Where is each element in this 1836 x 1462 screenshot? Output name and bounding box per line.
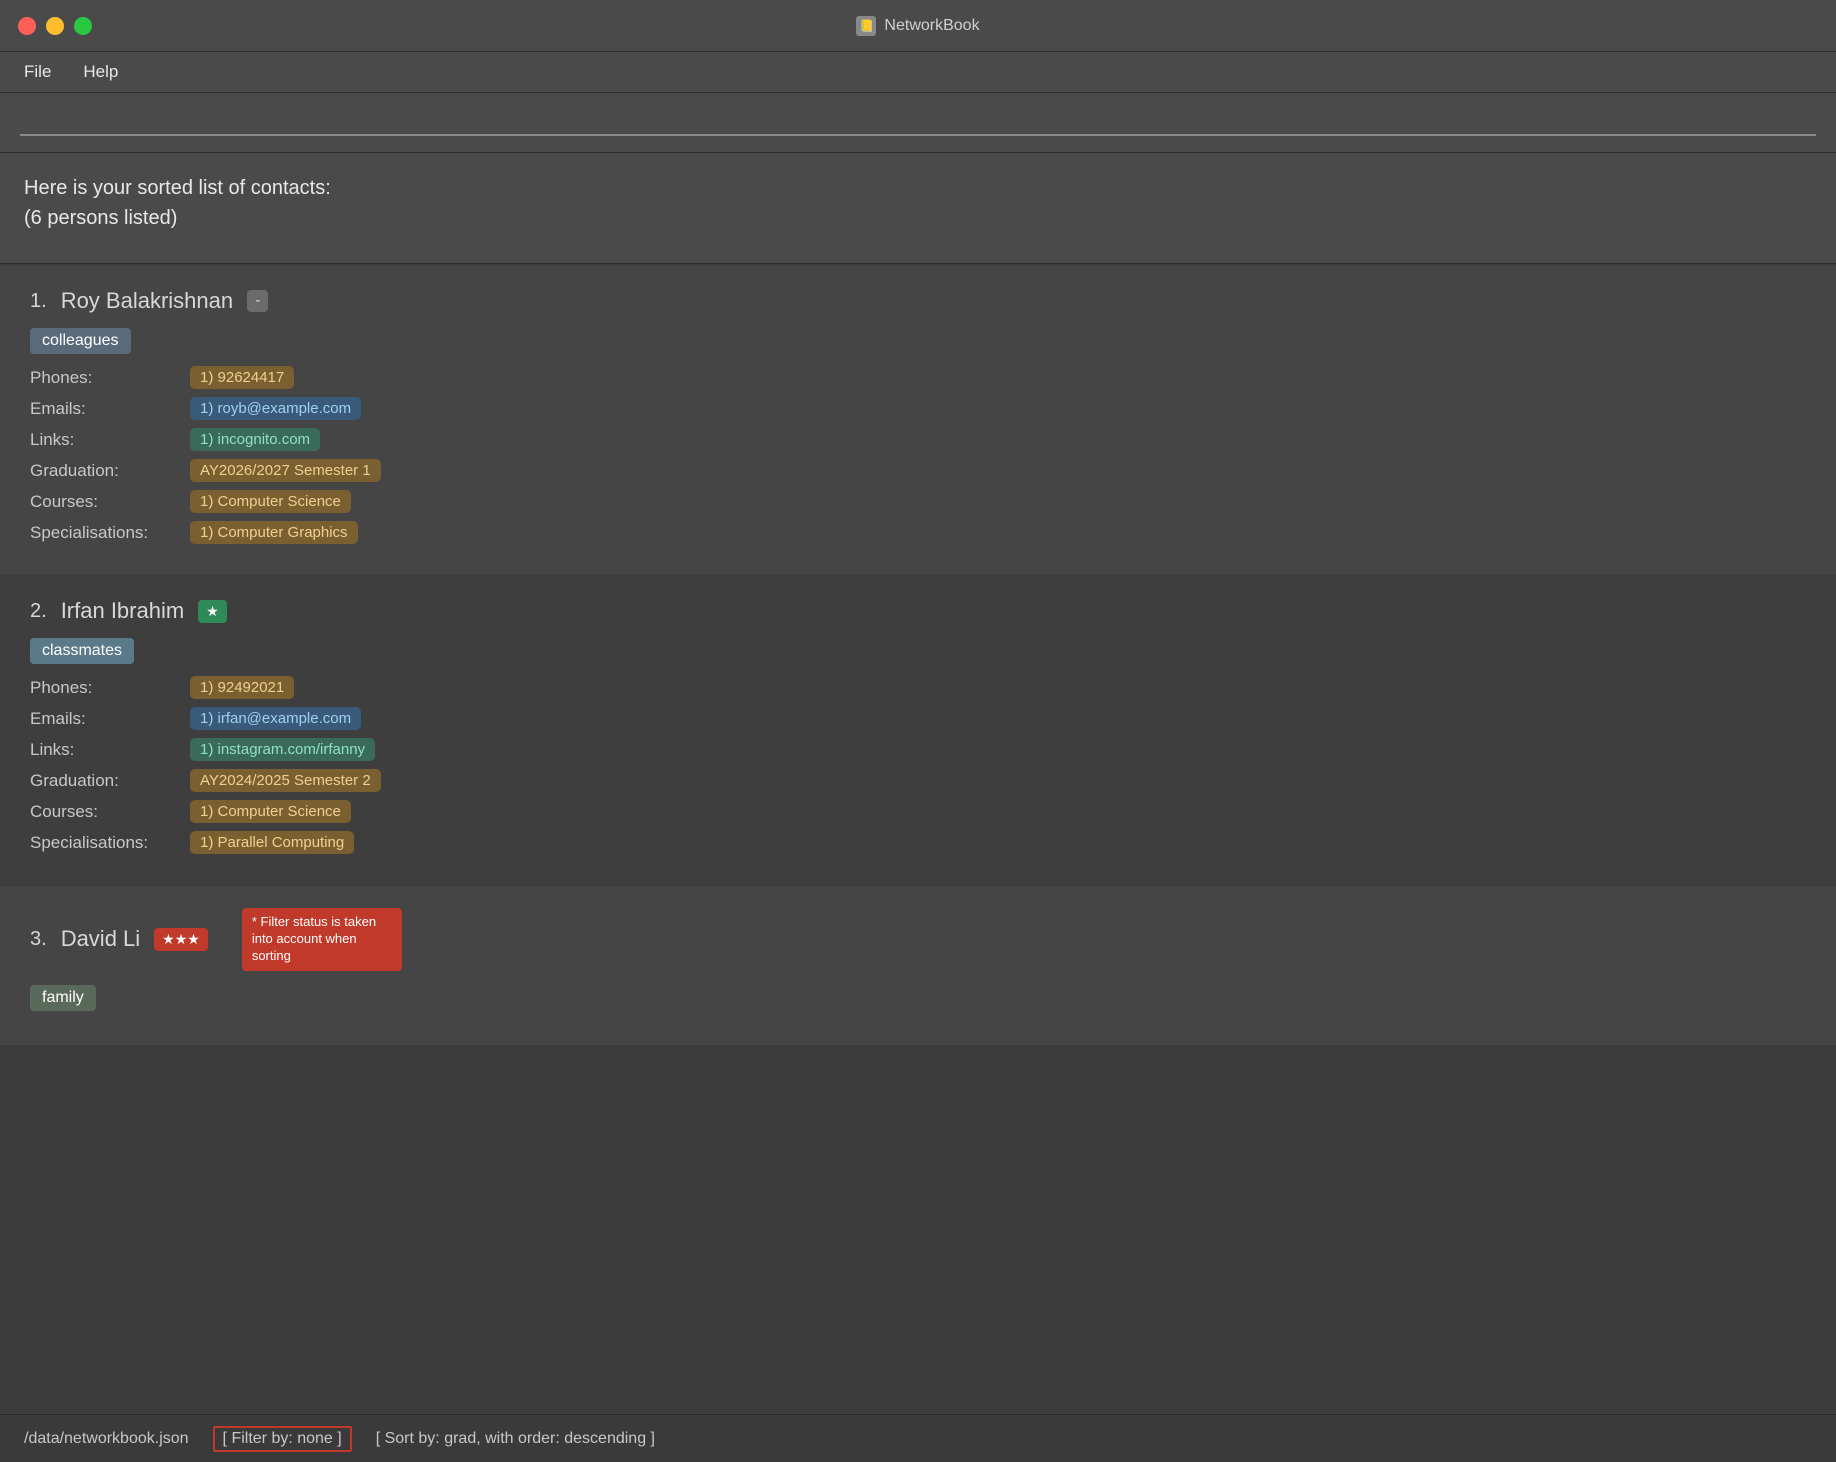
statusbar-filter[interactable]: [ Filter by: none ] bbox=[213, 1426, 352, 1452]
tag-family-3[interactable]: family bbox=[30, 985, 96, 1011]
specialisations-row-1: Specialisations: 1) Computer Graphics bbox=[30, 521, 1806, 544]
tag-classmates-2[interactable]: classmates bbox=[30, 638, 134, 664]
contact-badge-1[interactable]: - bbox=[247, 290, 268, 312]
link-chip-1[interactable]: 1) incognito.com bbox=[190, 428, 320, 451]
contact-name-3: David Li bbox=[61, 926, 140, 952]
maximize-button[interactable] bbox=[74, 17, 92, 35]
status-text: Here is your sorted list of contacts: (6… bbox=[24, 173, 1812, 233]
graduation-chip-2[interactable]: AY2024/2025 Semester 2 bbox=[190, 769, 381, 792]
courses-label-2: Courses: bbox=[30, 802, 190, 822]
contact-number-3: 3. bbox=[30, 928, 47, 951]
email-chip-2[interactable]: 1) irfan@example.com bbox=[190, 707, 361, 730]
contact-header-3: 3. David Li ★★★ * Filter status is taken… bbox=[30, 908, 1806, 971]
menubar: File Help bbox=[0, 52, 1836, 93]
course-chip-2[interactable]: 1) Computer Science bbox=[190, 800, 351, 823]
phone-chip-2[interactable]: 1) 92492021 bbox=[190, 676, 294, 699]
app-title: 📒 NetworkBook bbox=[856, 16, 979, 36]
menu-file[interactable]: File bbox=[20, 60, 55, 84]
contact-header-1: 1. Roy Balakrishnan - bbox=[30, 288, 1806, 314]
spec-chip-2[interactable]: 1) Parallel Computing bbox=[190, 831, 354, 854]
contact-number-1: 1. bbox=[30, 290, 47, 313]
specialisations-row-2: Specialisations: 1) Parallel Computing bbox=[30, 831, 1806, 854]
email-chip-1[interactable]: 1) royb@example.com bbox=[190, 397, 361, 420]
tag-colleagues-1[interactable]: colleagues bbox=[30, 328, 131, 354]
contact-list: 1. Roy Balakrishnan - colleagues Phones:… bbox=[0, 266, 1836, 1414]
contact-header-2: 2. Irfan Ibrahim ★ bbox=[30, 598, 1806, 624]
links-row-2: Links: 1) instagram.com/irfanny bbox=[30, 738, 1806, 761]
phones-label-2: Phones: bbox=[30, 678, 190, 698]
graduation-row-2: Graduation: AY2024/2025 Semester 2 bbox=[30, 769, 1806, 792]
statusbar-sort: [ Sort by: grad, with order: descending … bbox=[376, 1430, 655, 1448]
spec-chip-1[interactable]: 1) Computer Graphics bbox=[190, 521, 358, 544]
contact-name-1: Roy Balakrishnan bbox=[61, 288, 233, 314]
links-label-1: Links: bbox=[30, 430, 190, 450]
status-banner: Here is your sorted list of contacts: (6… bbox=[0, 153, 1836, 264]
specialisations-label-2: Specialisations: bbox=[30, 833, 190, 853]
phones-row-2: Phones: 1) 92492021 bbox=[30, 676, 1806, 699]
graduation-chip-1[interactable]: AY2026/2027 Semester 1 bbox=[190, 459, 381, 482]
star-badge-2: ★ bbox=[198, 600, 227, 623]
graduation-row-1: Graduation: AY2026/2027 Semester 1 bbox=[30, 459, 1806, 482]
links-row-1: Links: 1) incognito.com bbox=[30, 428, 1806, 451]
link-chip-2[interactable]: 1) instagram.com/irfanny bbox=[190, 738, 375, 761]
search-input[interactable] bbox=[20, 105, 1816, 136]
window-controls[interactable] bbox=[18, 17, 92, 35]
emails-row-1: Emails: 1) royb@example.com bbox=[30, 397, 1806, 420]
contact-name-2: Irfan Ibrahim bbox=[61, 598, 185, 624]
tooltip-filter-status: * Filter status is taken into account wh… bbox=[242, 908, 402, 971]
contact-card-1: 1. Roy Balakrishnan - colleagues Phones:… bbox=[0, 266, 1836, 576]
searchbar bbox=[0, 93, 1836, 153]
contact-card-2: 2. Irfan Ibrahim ★ classmates Phones: 1)… bbox=[0, 576, 1836, 886]
links-label-2: Links: bbox=[30, 740, 190, 760]
emails-row-2: Emails: 1) irfan@example.com bbox=[30, 707, 1806, 730]
close-button[interactable] bbox=[18, 17, 36, 35]
phones-row-1: Phones: 1) 92624417 bbox=[30, 366, 1806, 389]
courses-row-1: Courses: 1) Computer Science bbox=[30, 490, 1806, 513]
courses-label-1: Courses: bbox=[30, 492, 190, 512]
statusbar: /data/networkbook.json [ Filter by: none… bbox=[0, 1414, 1836, 1462]
menu-help[interactable]: Help bbox=[79, 60, 122, 84]
courses-row-2: Courses: 1) Computer Science bbox=[30, 800, 1806, 823]
course-chip-1[interactable]: 1) Computer Science bbox=[190, 490, 351, 513]
contact-card-3: 3. David Li ★★★ * Filter status is taken… bbox=[0, 886, 1836, 1047]
contact-number-2: 2. bbox=[30, 600, 47, 623]
specialisations-label-1: Specialisations: bbox=[30, 523, 190, 543]
phone-chip-1[interactable]: 1) 92624417 bbox=[190, 366, 294, 389]
graduation-label-1: Graduation: bbox=[30, 461, 190, 481]
statusbar-path: /data/networkbook.json bbox=[24, 1430, 189, 1448]
titlebar: 📒 NetworkBook bbox=[0, 0, 1836, 52]
minimize-button[interactable] bbox=[46, 17, 64, 35]
app-icon: 📒 bbox=[856, 16, 876, 36]
emails-label-2: Emails: bbox=[30, 709, 190, 729]
stars-badge-3: ★★★ bbox=[154, 928, 208, 951]
emails-label-1: Emails: bbox=[30, 399, 190, 419]
phones-label-1: Phones: bbox=[30, 368, 190, 388]
graduation-label-2: Graduation: bbox=[30, 771, 190, 791]
